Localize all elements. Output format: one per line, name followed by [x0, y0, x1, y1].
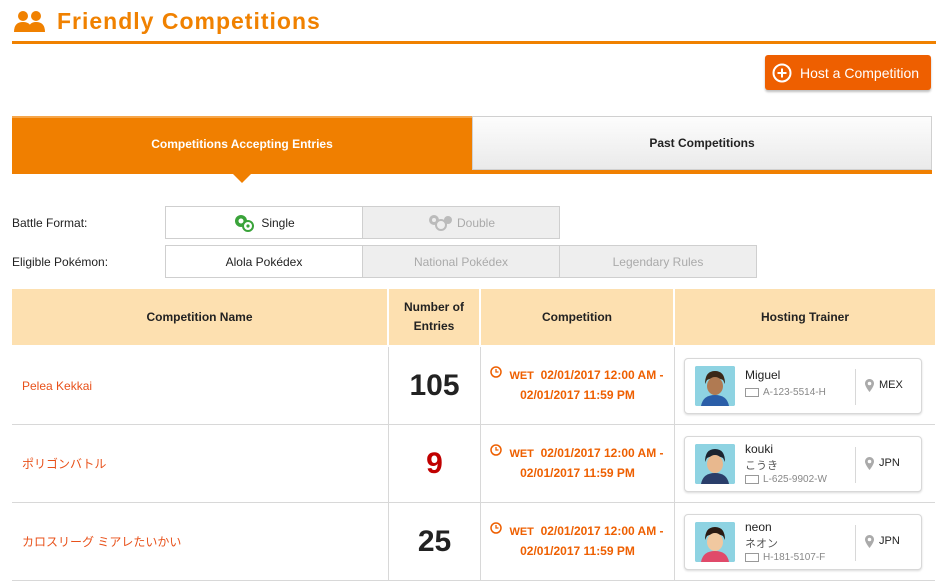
id-card-icon	[745, 474, 759, 484]
trainer-name-kana: こうき	[745, 459, 778, 472]
trainer-country-code: JPN	[879, 457, 900, 469]
trainer-country-code: MEX	[879, 379, 903, 391]
people-icon	[14, 11, 45, 32]
clock-icon	[490, 444, 502, 456]
trainer-name-kana: ネオン	[745, 537, 778, 550]
trainer-avatar-image	[695, 365, 735, 406]
location-pin-icon	[865, 534, 874, 548]
format-double-label: Double	[456, 215, 496, 230]
competition-name-link[interactable]: ポリゴンバトル	[22, 457, 106, 471]
trainer-avatar-image	[695, 521, 735, 562]
period-end: 02/01/2017 11:59 PM	[520, 466, 635, 480]
host-competition-label: Host a Competition	[800, 64, 920, 81]
trainer-country-code: JPN	[879, 535, 900, 547]
trainer-id: H-181-5107-F	[745, 552, 825, 563]
format-single-option[interactable]: Single	[165, 206, 363, 239]
competition-period-cell: WET 02/01/2017 12:00 AM - 02/01/2017 11:…	[481, 347, 675, 425]
trainer-card[interactable]: neon ネオン H-181-5107-F JPN	[684, 513, 922, 570]
entries-count: 25	[389, 503, 481, 581]
entries-count: 9	[389, 425, 481, 503]
single-battle-icon	[235, 214, 255, 232]
competition-period-cell: WET 02/01/2017 12:00 AM - 02/01/2017 11:…	[481, 425, 675, 503]
tab-past-competitions[interactable]: Past Competitions	[472, 116, 932, 170]
competition-name-cell[interactable]: Pelea Kekkai	[12, 347, 389, 425]
avatar	[695, 443, 735, 484]
legendary-rules-option[interactable]: Legendary Rules	[559, 245, 757, 278]
trainer-id: L-625-9902-W	[745, 474, 827, 485]
id-card-icon	[745, 552, 759, 562]
trainer-avatar-image	[695, 443, 735, 484]
trainer-id-value: L-625-9902-W	[763, 473, 827, 485]
period-end: 02/01/2017 11:59 PM	[520, 388, 635, 402]
competition-name-link[interactable]: カロスリーグ ミアレたいかい	[22, 535, 181, 549]
tab-underline	[12, 170, 932, 174]
col-header-name: Competition Name	[12, 289, 389, 347]
entries-count: 105	[389, 347, 481, 425]
avatar	[695, 365, 735, 406]
plus-circle-icon	[772, 63, 792, 82]
clock-icon	[490, 522, 502, 534]
trainer-name: neon	[745, 519, 772, 534]
hosting-trainer-cell: Miguel A-123-5514-H MEX	[675, 347, 935, 425]
double-battle-icon	[428, 214, 452, 231]
format-double-option[interactable]: Double	[362, 206, 560, 239]
col-header-competition: Competition	[481, 289, 675, 347]
location-pin-icon	[865, 456, 874, 470]
avatar	[695, 521, 735, 562]
period-start-line: WET 02/01/2017 12:00 AM -	[481, 522, 674, 542]
trainer-name: kouki	[745, 441, 774, 456]
trainer-card-divider	[855, 368, 856, 405]
col-header-hosting-trainer: Hosting Trainer	[675, 289, 935, 347]
period-start: 02/01/2017 12:00 AM -	[540, 446, 664, 460]
table-row[interactable]: ポリゴンバトル 9 WET 02/01/2017 12:00 AM - 02/0…	[12, 425, 935, 503]
table-row[interactable]: カロスリーグ ミアレたいかい 25 WET 02/01/2017 12:00 A…	[12, 503, 935, 581]
host-competition-button[interactable]: Host a Competition	[765, 55, 931, 90]
trainer-card[interactable]: kouki こうき L-625-9902-W JPN	[684, 435, 922, 492]
format-single-label: Single	[261, 215, 295, 230]
alola-pokedex-option[interactable]: Alola Pokédex	[165, 245, 363, 278]
trainer-id: A-123-5514-H	[745, 387, 826, 398]
competition-name-cell[interactable]: ポリゴンバトル	[12, 425, 389, 503]
trainer-card-divider	[855, 446, 856, 483]
col-header-entries: Number of Entries	[389, 289, 481, 347]
hosting-trainer-cell: neon ネオン H-181-5107-F JPN	[675, 503, 935, 581]
timezone-label: WET	[509, 526, 534, 538]
trainer-name: Miguel	[745, 367, 781, 382]
timezone-label: WET	[509, 370, 534, 382]
clock-icon	[490, 366, 502, 378]
period-start: 02/01/2017 12:00 AM -	[540, 524, 664, 538]
hosting-trainer-cell: kouki こうき L-625-9902-W JPN	[675, 425, 935, 503]
eligible-pokemon-label: Eligible Pokémon:	[12, 255, 109, 269]
battle-format-label: Battle Format:	[12, 216, 88, 230]
page-title: Friendly Competitions	[57, 8, 321, 34]
period-start-line: WET 02/01/2017 12:00 AM -	[481, 366, 674, 386]
trainer-country: JPN	[865, 456, 900, 470]
table-row[interactable]: Pelea Kekkai 105 WET 02/01/2017 12:00 AM…	[12, 347, 935, 425]
competitions-table: Competition Name Number of Entries Compe…	[12, 289, 935, 581]
table-header-row: Competition Name Number of Entries Compe…	[12, 289, 935, 347]
active-tab-indicator	[233, 174, 251, 183]
page-header: Friendly Competitions	[12, 8, 936, 44]
trainer-id-value: A-123-5514-H	[763, 386, 826, 398]
tab-accepting-entries[interactable]: Competitions Accepting Entries	[12, 116, 472, 170]
trainer-id-value: H-181-5107-F	[763, 551, 826, 563]
period-start-line: WET 02/01/2017 12:00 AM -	[481, 444, 674, 464]
competition-tabs: Competitions Accepting Entries Past Comp…	[12, 116, 932, 183]
trainer-card[interactable]: Miguel A-123-5514-H MEX	[684, 357, 922, 414]
timezone-label: WET	[509, 448, 534, 460]
trainer-card-divider	[855, 524, 856, 561]
period-start: 02/01/2017 12:00 AM -	[540, 368, 664, 382]
national-pokedex-option[interactable]: National Pokédex	[362, 245, 560, 278]
trainer-country: JPN	[865, 534, 900, 548]
location-pin-icon	[865, 378, 874, 392]
competition-name-link[interactable]: Pelea Kekkai	[22, 379, 92, 393]
competition-name-cell[interactable]: カロスリーグ ミアレたいかい	[12, 503, 389, 581]
competition-period-cell: WET 02/01/2017 12:00 AM - 02/01/2017 11:…	[481, 503, 675, 581]
id-card-icon	[745, 387, 759, 397]
trainer-country: MEX	[865, 378, 903, 392]
period-end: 02/01/2017 11:59 PM	[520, 544, 635, 558]
